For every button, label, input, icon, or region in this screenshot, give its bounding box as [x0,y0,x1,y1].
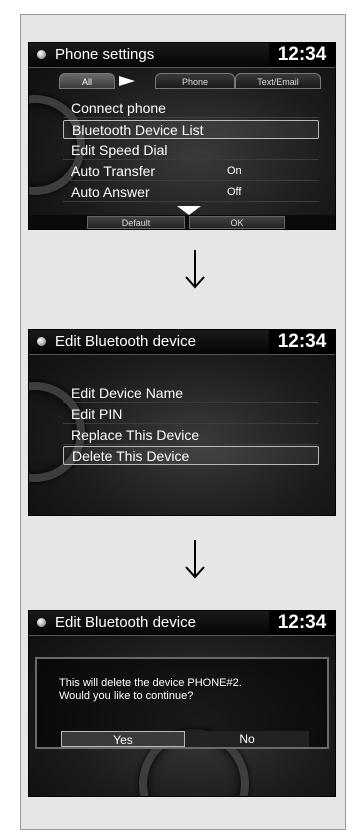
dialog-message-line2: Would you like to continue? [59,690,194,702]
menu-item-label: Replace This Device [71,427,200,443]
menu-item-label: Auto Transfer [71,163,156,179]
no-button[interactable]: No [185,731,309,747]
menu-item-replace-this-device[interactable]: Replace This Device [63,426,319,445]
menu-item-auto-transfer[interactable]: Auto Transfer On [63,162,319,181]
category-tabs: All Phone Text/Email [45,73,327,89]
clock: 12:34 [269,330,335,354]
menu-item-label: Edit Speed Dial [71,142,168,158]
menu-item-label: Edit PIN [71,406,123,422]
dialog-message-line1: This will delete the device PHONE#2. [59,677,242,689]
tab-all[interactable]: All [59,73,115,89]
title-dot-icon [37,337,46,346]
menu-item-edit-pin[interactable]: Edit PIN [63,405,319,424]
title-dot-icon [37,618,46,627]
menu-item-edit-device-name[interactable]: Edit Device Name [63,384,319,403]
default-button[interactable]: Default [87,216,185,229]
flow-arrow-icon [185,250,205,289]
title-dot-icon [37,50,46,59]
scroll-down-icon[interactable] [177,206,201,215]
tab-phone[interactable]: Phone [155,73,235,89]
menu-item-delete-this-device[interactable]: Delete This Device [63,446,319,465]
menu-item-label: Edit Device Name [71,385,184,401]
tab-arrow-icon [119,76,135,86]
ok-button[interactable]: OK [189,216,285,229]
title-bar: Edit Bluetooth device 12:34 [29,611,335,636]
auto-transfer-value: On [227,165,242,177]
yes-button[interactable]: Yes [61,731,185,747]
edit-bluetooth-device-screen: Edit Bluetooth device 12:34 Edit Device … [28,329,336,516]
menu-item-label: Delete This Device [72,448,190,464]
menu-item-connect-phone[interactable]: Connect phone [63,99,319,118]
softkey-bar: Default OK [29,215,335,229]
screen-title: Edit Bluetooth device [55,333,196,350]
menu-item-auto-answer[interactable]: Auto Answer Off [63,183,319,202]
title-bar: Phone settings 12:34 [29,43,335,68]
auto-answer-value: Off [227,186,242,198]
menu-item-bluetooth-device-list[interactable]: Bluetooth Device List [63,120,319,139]
delete-confirmation-screen: Edit Bluetooth device 12:34 This will de… [28,610,336,797]
menu-item-label: Auto Answer [71,184,150,200]
clock: 12:34 [269,43,335,67]
confirm-dialog: This will delete the device PHONE#2. Wou… [35,657,329,749]
menu-item-edit-speed-dial[interactable]: Edit Speed Dial [63,141,319,160]
phone-settings-screen: Phone settings 12:34 All Phone Text/Emai… [28,42,336,230]
menu-item-label: Bluetooth Device List [72,122,204,138]
clock: 12:34 [269,611,335,635]
flow-arrow-icon [185,540,205,579]
title-bar: Edit Bluetooth device 12:34 [29,330,335,355]
screen-title: Phone settings [55,46,155,63]
menu-item-label: Connect phone [71,100,166,116]
screen-title: Edit Bluetooth device [55,614,196,631]
tab-text-email[interactable]: Text/Email [235,73,321,89]
